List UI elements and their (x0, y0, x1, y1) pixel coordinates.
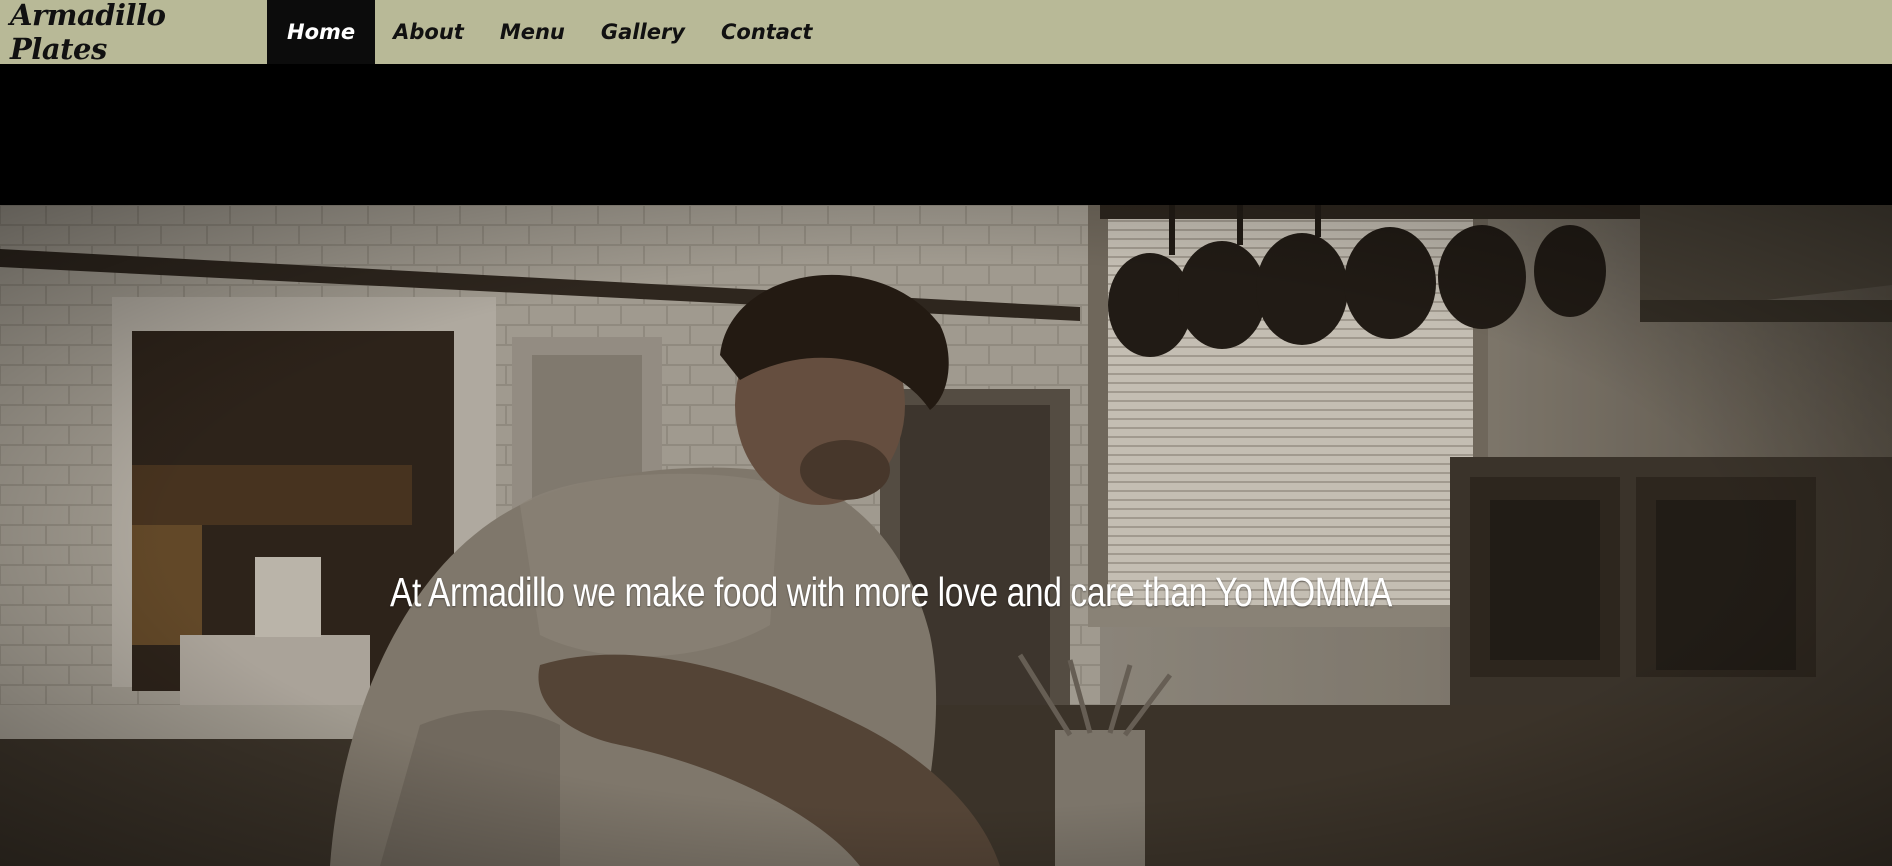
nav-gallery-link[interactable]: Gallery (583, 0, 703, 64)
nav-about-link[interactable]: About (375, 0, 482, 64)
hero-video[interactable]: At Armadillo we make food with more love… (0, 205, 1892, 866)
site-logo[interactable]: Armadillo Plates (0, 0, 267, 66)
brand-name[interactable]: Armadillo Plates (10, 0, 267, 66)
nav-menu-link[interactable]: Menu (482, 0, 583, 64)
main-nav: Home About Menu Gallery Contact (267, 0, 830, 64)
video-letterbox-band (0, 64, 1892, 205)
nav-contact-link[interactable]: Contact (703, 0, 831, 64)
nav-home-link[interactable]: Home (267, 0, 376, 64)
kitchen-chef-scene-image (0, 205, 1892, 866)
hero-tagline: At Armadillo we make food with more love… (390, 569, 1392, 615)
top-navbar: Armadillo Plates Home About Menu Gallery… (0, 0, 1892, 66)
